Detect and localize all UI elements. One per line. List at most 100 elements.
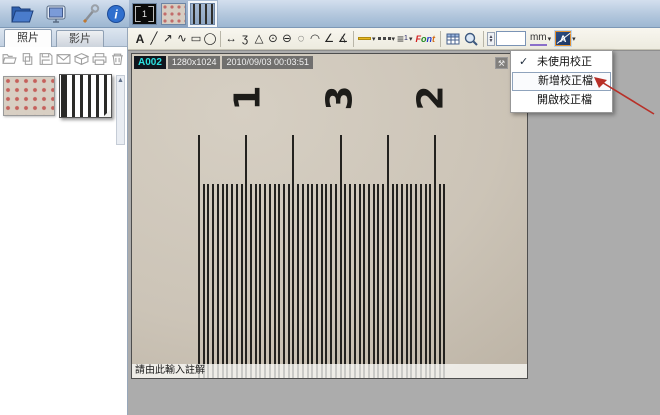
toolbar-separator — [220, 31, 221, 47]
scale-stepper[interactable]: ▲▼ — [487, 32, 495, 46]
unit-label: mm — [530, 32, 547, 46]
tab-videos[interactable]: 影片 — [56, 30, 104, 47]
curve-tool-icon[interactable]: ∿ — [175, 30, 189, 48]
save-icon[interactable] — [38, 52, 53, 66]
ruler-minor-tick — [392, 184, 394, 379]
ruler-minor-tick — [349, 184, 351, 379]
thumbnail-scrollbar[interactable]: ▲ — [116, 75, 125, 145]
arrow-tool-icon[interactable]: ↗ — [161, 30, 175, 48]
image-tools-button[interactable]: ⚒ — [495, 57, 508, 69]
chevron-down-icon: ▾ — [548, 35, 552, 43]
text-tool-icon[interactable]: A — [133, 30, 147, 48]
ruler-minor-tick — [207, 184, 209, 379]
application-window: i 1 照片 影片 ▲ A — [0, 0, 660, 415]
ruler-minor-tick — [377, 184, 379, 379]
scroll-up-icon[interactable]: ▲ — [117, 77, 124, 84]
tab-photos[interactable]: 照片 — [4, 29, 52, 47]
sidebar: 照片 影片 ▲ — [0, 28, 128, 415]
image-id-badge: A002 — [134, 56, 166, 69]
ruler-minor-tick — [429, 184, 431, 379]
line-tool-icon[interactable]: ╱ — [147, 30, 161, 48]
line-style-swatch — [378, 37, 391, 40]
trash-icon[interactable] — [110, 52, 125, 66]
ruler-major-tick — [292, 135, 294, 379]
ruler-major-tick — [340, 135, 342, 379]
calibration-button[interactable]: A — [555, 31, 571, 46]
print-icon[interactable] — [92, 52, 107, 66]
menu-item-label: 開啟校正檔 — [537, 94, 592, 106]
annotation-input[interactable]: 請由此輸入註解 — [132, 364, 527, 378]
ruler-minor-tick — [363, 184, 365, 379]
arc-tool-icon[interactable]: ◠ — [308, 30, 322, 48]
folder-icon[interactable] — [10, 3, 34, 25]
copy-icon[interactable] — [20, 52, 35, 66]
wrench-icon[interactable] — [78, 3, 102, 25]
photo-thumbnail-dots[interactable] — [3, 76, 55, 116]
line-width-button[interactable]: ≡ 1 ▾ — [396, 34, 413, 44]
live-preview-thumbnail[interactable]: 1 — [132, 3, 157, 25]
ruler-minor-tick — [330, 184, 332, 379]
chevron-down-icon[interactable]: ▾ — [572, 35, 576, 43]
toolbar-separator — [440, 31, 441, 47]
ruler-minor-tick — [344, 184, 346, 379]
export-icon[interactable] — [74, 52, 89, 66]
sidebar-action-icons — [2, 52, 125, 66]
polyline-tool-icon[interactable]: ʒ — [238, 30, 252, 48]
ruler-minor-tick — [401, 184, 403, 379]
circle-diameter-tool-icon[interactable]: ⊖ — [280, 30, 294, 48]
ruler-minor-tick — [255, 184, 257, 379]
menu-item-1[interactable]: 新增校正檔 — [512, 72, 611, 91]
ruler-minor-tick — [274, 184, 276, 379]
menu-item-label: 未使用校正 — [537, 56, 592, 68]
capture-thumbnail-ruler-selected[interactable] — [190, 3, 215, 25]
ruler-digit: 1 — [228, 85, 269, 110]
ruler-minor-tick — [410, 184, 412, 379]
menu-item-0[interactable]: ✓未使用校正 — [512, 53, 611, 72]
chevron-down-icon: ▾ — [392, 35, 396, 43]
font-letter: t — [432, 34, 435, 44]
page-curl-icon — [103, 109, 111, 117]
chevron-down-icon: ▾ — [372, 35, 376, 43]
line-width-icon: ≡ — [397, 34, 404, 44]
info-icon[interactable]: i — [104, 3, 128, 25]
top-toolbar: i 1 — [0, 0, 660, 28]
line-color-button[interactable]: ▾ — [357, 35, 377, 43]
ruler-minor-tick — [325, 184, 327, 379]
ruler-minor-tick — [335, 184, 337, 379]
magnifier-button[interactable] — [463, 31, 479, 47]
ruler-minor-tick — [250, 184, 252, 379]
open-folder-icon[interactable] — [2, 52, 17, 66]
ruler-minor-tick — [406, 184, 408, 379]
capture-thumbnail-dots[interactable] — [161, 3, 186, 25]
ruler-minor-tick — [439, 184, 441, 379]
angle-measure-tool-icon[interactable]: ∡ — [336, 30, 350, 48]
ruler-minor-tick — [217, 184, 219, 379]
photo-canvas[interactable]: 132 A002 1280x1024 2010/09/03 00:03:51 ⚒… — [131, 53, 528, 379]
ruler-minor-tick — [236, 184, 238, 379]
email-icon[interactable] — [56, 52, 71, 66]
ellipse-tool-icon[interactable]: ◯ — [203, 30, 217, 48]
ruler-minor-tick — [231, 184, 233, 379]
unit-selector[interactable]: mm ▾ — [529, 32, 552, 46]
font-button[interactable]: Font — [415, 34, 435, 44]
ruler-minor-tick — [420, 184, 422, 379]
ruler-minor-tick — [288, 184, 290, 379]
circle-3point-tool-icon[interactable]: ◌ — [294, 30, 308, 48]
rectangle-tool-icon[interactable]: ▭ — [189, 30, 203, 48]
menu-item-2[interactable]: 開啟校正檔 — [512, 91, 611, 110]
photo-thumbnail-ruler-selected[interactable] — [59, 74, 112, 118]
line-style-button[interactable]: ▾ — [377, 35, 397, 43]
ruler-minor-tick — [415, 184, 417, 379]
distance-tool-icon[interactable]: ↔ — [224, 30, 238, 48]
resolution-badge: 1280x1024 — [168, 56, 221, 69]
image-viewer-icon[interactable] — [44, 3, 68, 25]
ruler-minor-tick — [396, 184, 398, 379]
scale-input[interactable] — [496, 31, 526, 46]
polygon-tool-icon[interactable]: △ — [252, 30, 266, 48]
grid-button[interactable] — [445, 31, 461, 47]
menu-item-label: 新增校正檔 — [538, 75, 593, 87]
ruler-digit: 3 — [320, 85, 361, 110]
angle-tool-icon[interactable]: ∠ — [322, 30, 336, 48]
toolbar-separator — [483, 31, 484, 47]
circle-center-tool-icon[interactable]: ⊙ — [266, 30, 280, 48]
